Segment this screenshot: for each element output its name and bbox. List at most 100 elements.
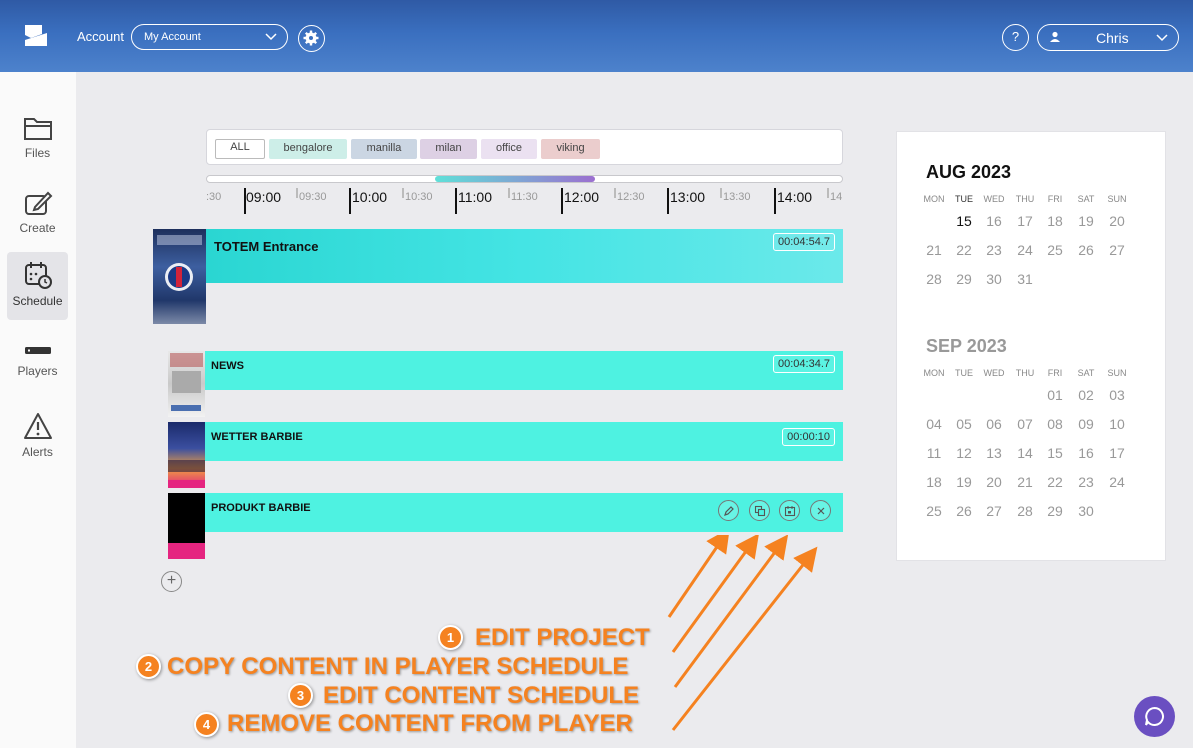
gear-icon — [303, 30, 319, 46]
chevron-down-icon — [265, 33, 277, 41]
calendar-day[interactable]: 08 — [1040, 416, 1070, 432]
filter-chip-manilla[interactable]: manilla — [351, 139, 417, 159]
calendar-day[interactable]: 20 — [1102, 213, 1132, 229]
calendar-day[interactable]: 27 — [979, 503, 1009, 519]
app-logo-icon[interactable] — [22, 22, 50, 50]
news-thumbnail-image — [170, 353, 203, 411]
filter-chip-bengalore[interactable]: bengalore — [269, 139, 347, 159]
schedule-bar-content[interactable]: NEWS 00:04:34.7 — [205, 351, 843, 390]
calendar-day[interactable]: 22 — [1040, 474, 1070, 490]
calendar-day[interactable]: 02 — [1071, 387, 1101, 403]
edit-content-schedule-button[interactable] — [779, 500, 800, 521]
copy-content-button[interactable] — [749, 500, 770, 521]
calendar-day[interactable]: 25 — [1040, 242, 1070, 258]
calendar-day[interactable]: 24 — [1010, 242, 1040, 258]
sidebar-item-create[interactable]: Create — [7, 181, 68, 249]
folder-icon — [23, 118, 52, 140]
filter-chip-all[interactable]: ALL — [215, 139, 265, 159]
calendar-day[interactable]: 30 — [1071, 503, 1101, 519]
schedule-bar-content[interactable]: PRODUKT BARBIE — [205, 493, 843, 532]
annotation-arrows — [667, 535, 818, 731]
timeline-scroll-thumb[interactable] — [435, 176, 595, 182]
content-title: WETTER BARBIE — [211, 431, 303, 443]
calendar-day[interactable]: 15 — [1040, 445, 1070, 461]
sidebar-item-label: Schedule — [12, 294, 63, 308]
calendar-day[interactable]: 09 — [1071, 416, 1101, 432]
content-thumbnail[interactable] — [168, 493, 205, 559]
calendar-day[interactable]: 04 — [919, 416, 949, 432]
calendar-day[interactable]: 19 — [949, 474, 979, 490]
project-thumbnail[interactable] — [153, 229, 206, 324]
timeline-tick — [296, 188, 298, 198]
calendar-day[interactable]: 21 — [1010, 474, 1040, 490]
calendar-day[interactable]: 25 — [919, 503, 949, 519]
sidebar-item-schedule[interactable]: Schedule — [7, 252, 68, 320]
calendar-day[interactable]: 20 — [979, 474, 1009, 490]
chat-button[interactable] — [1134, 696, 1175, 737]
calendar-day[interactable]: 28 — [919, 271, 949, 287]
calendar-day[interactable]: 12 — [949, 445, 979, 461]
filter-chip-office[interactable]: office — [481, 139, 537, 159]
project-title: TOTEM Entrance — [214, 239, 319, 254]
calendar-day[interactable]: 19 — [1071, 213, 1101, 229]
schedule-bar-content[interactable]: WETTER BARBIE 00:00:10 — [205, 422, 843, 461]
calendar-day[interactable]: 23 — [1071, 474, 1101, 490]
calendar-day[interactable]: 14 — [1010, 445, 1040, 461]
sidebar-item-label: Players — [17, 364, 58, 378]
calendar-day[interactable]: 03 — [1102, 387, 1132, 403]
timeline-tick — [402, 188, 404, 198]
settings-button[interactable] — [298, 25, 325, 52]
calendar-day[interactable]: 16 — [979, 213, 1009, 229]
product-thumbnail-image — [168, 543, 205, 559]
annotation-number: 3 — [288, 683, 313, 708]
content-thumbnail[interactable] — [168, 422, 205, 488]
sidebar-item-files[interactable]: Files — [7, 106, 68, 174]
calendar-day[interactable]: 29 — [949, 271, 979, 287]
calendar-weekday: MON — [923, 368, 945, 378]
calendar-day[interactable]: 17 — [1102, 445, 1132, 461]
calendar-day[interactable]: 26 — [949, 503, 979, 519]
calendar-day[interactable]: 23 — [979, 242, 1009, 258]
filter-chip-milan[interactable]: milan — [420, 139, 477, 159]
app-header: Account My Account ? Chris — [0, 0, 1193, 72]
account-select[interactable]: My Account — [131, 24, 288, 50]
calendar-day[interactable]: 15 — [949, 213, 979, 229]
duration-badge: 00:04:54.7 — [773, 233, 835, 251]
account-select-value: My Account — [144, 31, 201, 43]
remove-content-button[interactable] — [810, 500, 831, 521]
content-thumbnail[interactable] — [168, 351, 205, 417]
calendar-day[interactable]: 18 — [1040, 213, 1070, 229]
calendar-day[interactable]: 31 — [1010, 271, 1040, 287]
calendar-day[interactable]: 13 — [979, 445, 1009, 461]
calendar-day[interactable]: 07 — [1010, 416, 1040, 432]
add-content-button[interactable]: + — [161, 571, 182, 592]
sidebar-item-alerts[interactable]: Alerts — [7, 403, 68, 471]
edit-project-button[interactable] — [718, 500, 739, 521]
timeline-tick — [667, 188, 669, 214]
calendar-day[interactable]: 17 — [1010, 213, 1040, 229]
timeline-scrollbar[interactable] — [206, 175, 843, 183]
calendar-day[interactable]: 11 — [919, 445, 949, 461]
calendar-day[interactable]: 05 — [949, 416, 979, 432]
calendar-day[interactable]: 21 — [919, 242, 949, 258]
user-menu[interactable]: Chris — [1037, 24, 1179, 51]
schedule-bar-project[interactable]: TOTEM Entrance 00:04:54.7 — [206, 229, 843, 283]
help-button[interactable]: ? — [1002, 24, 1029, 51]
calendar-day[interactable]: 06 — [979, 416, 1009, 432]
calendar-day[interactable]: 29 — [1040, 503, 1070, 519]
duration-badge: 00:00:10 — [782, 428, 835, 446]
calendar-day[interactable]: 26 — [1071, 242, 1101, 258]
calendar-day[interactable]: 28 — [1010, 503, 1040, 519]
calendar-day[interactable]: 10 — [1102, 416, 1132, 432]
calendar-day[interactable]: 30 — [979, 271, 1009, 287]
calendar-day[interactable]: 16 — [1071, 445, 1101, 461]
calendar-day[interactable]: 01 — [1040, 387, 1070, 403]
user-name: Chris — [1096, 30, 1129, 46]
calendar-month-title: AUG 2023 — [926, 162, 1012, 182]
calendar-day[interactable]: 18 — [919, 474, 949, 490]
calendar-day[interactable]: 22 — [949, 242, 979, 258]
sidebar-item-players[interactable]: Players — [7, 332, 68, 400]
calendar-day[interactable]: 27 — [1102, 242, 1132, 258]
filter-chip-viking[interactable]: viking — [541, 139, 600, 159]
calendar-day[interactable]: 24 — [1102, 474, 1132, 490]
